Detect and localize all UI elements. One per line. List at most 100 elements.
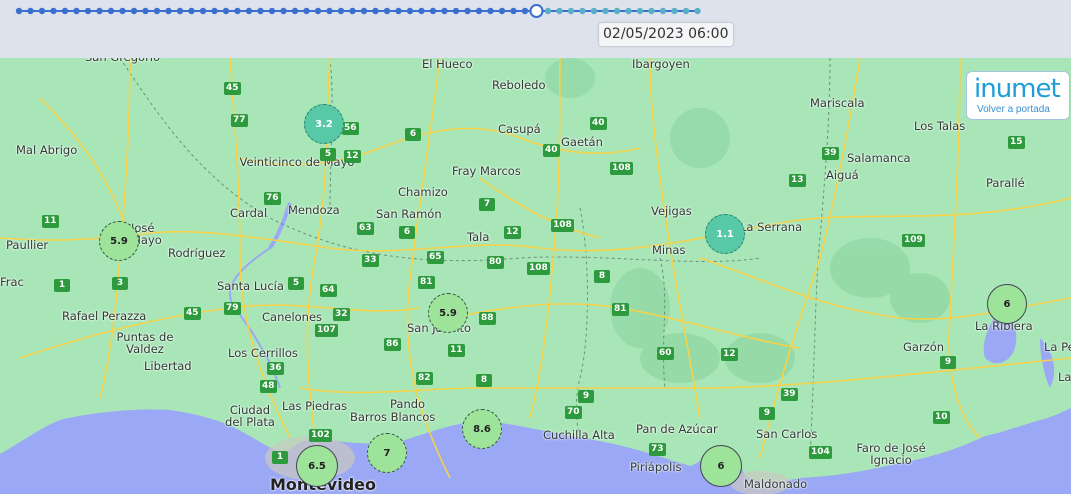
timeline-step[interactable] xyxy=(659,7,667,15)
timeline-step[interactable] xyxy=(360,7,368,15)
timeline-step[interactable] xyxy=(395,7,402,15)
timeline-step[interactable] xyxy=(188,7,195,15)
timeline-step[interactable] xyxy=(602,7,609,15)
timeline-step[interactable] xyxy=(314,7,322,15)
timeline-step[interactable] xyxy=(96,7,103,15)
route-shield: 80 xyxy=(487,256,504,269)
route-shield: 39 xyxy=(781,388,798,401)
back-to-home-link[interactable]: Volver a portada xyxy=(977,104,1050,115)
timeline-step[interactable] xyxy=(579,7,586,15)
timeline-step[interactable] xyxy=(544,7,552,15)
timeline-step[interactable] xyxy=(15,7,23,15)
inumet-logo-button[interactable]: inumet Volver a portada xyxy=(966,71,1070,120)
timeline-step[interactable] xyxy=(383,7,391,15)
timestamp-label: 02/05/2023 06:00 xyxy=(599,23,733,46)
timeline-step[interactable] xyxy=(694,7,701,15)
place-label: Los Cerrillos xyxy=(228,346,298,360)
timeline-step[interactable] xyxy=(245,7,253,15)
timeline-step[interactable] xyxy=(257,7,264,15)
route-shield: 65 xyxy=(427,251,444,264)
timeline-step[interactable] xyxy=(234,7,241,15)
route-shield: 8 xyxy=(476,374,492,387)
timeline-step[interactable] xyxy=(556,7,563,15)
timeline-step[interactable] xyxy=(61,7,69,15)
place-label: Salamanca xyxy=(847,151,911,165)
timeline-step[interactable] xyxy=(464,7,471,15)
timeline-step[interactable] xyxy=(27,7,34,15)
map[interactable]: San Gregorio El Hueco Reboledo Ibargoyen Mar… xyxy=(0,58,1071,494)
timeline-step[interactable] xyxy=(429,7,437,15)
timeline-step[interactable] xyxy=(567,7,575,15)
timeline-step[interactable] xyxy=(107,7,115,15)
station-marker[interactable]: 6 xyxy=(700,445,742,487)
station-marker[interactable]: 5.9 xyxy=(428,293,468,333)
route-shield: 8 xyxy=(594,270,610,283)
timeline-step[interactable] xyxy=(222,7,230,15)
timeline-step[interactable] xyxy=(50,7,57,15)
timeline-step[interactable] xyxy=(613,7,621,15)
station-marker[interactable]: 1.1 xyxy=(705,214,745,254)
timeline-step[interactable] xyxy=(142,7,149,15)
timeline-step[interactable] xyxy=(38,7,46,15)
timeline-step[interactable] xyxy=(303,7,310,15)
place-label: Veinticinco de Mayo xyxy=(239,155,355,169)
timeline-step[interactable] xyxy=(521,7,529,15)
route-shield: 64 xyxy=(320,284,337,297)
timeline-slider[interactable] xyxy=(0,0,1071,24)
route-shield: 33 xyxy=(362,254,379,267)
timeline-step[interactable] xyxy=(84,7,92,15)
timeline-step[interactable] xyxy=(590,7,598,15)
route-shield: 12 xyxy=(344,150,361,163)
timeline-step[interactable] xyxy=(452,7,460,15)
timeline-step[interactable] xyxy=(441,7,448,15)
timeline-step[interactable] xyxy=(337,7,345,15)
timeline-step[interactable] xyxy=(406,7,414,15)
timeline-step[interactable] xyxy=(349,7,356,15)
station-marker[interactable]: 7 xyxy=(367,433,407,473)
station-marker[interactable]: 6 xyxy=(987,284,1027,324)
place-label: Pando xyxy=(390,397,426,411)
timeline-step[interactable] xyxy=(268,7,276,15)
timeline-step[interactable] xyxy=(475,7,483,15)
place-label: Mariscala xyxy=(810,96,865,110)
timeline-step[interactable] xyxy=(682,7,690,15)
place-label: Garzón xyxy=(903,340,945,354)
route-shield: 10 xyxy=(933,411,950,424)
timeline-step[interactable] xyxy=(73,7,80,15)
timeline-step[interactable] xyxy=(372,7,379,15)
timeline-handle[interactable] xyxy=(529,4,544,18)
timeline-step[interactable] xyxy=(211,7,218,15)
timeline-step[interactable] xyxy=(648,7,655,15)
station-marker[interactable]: 3.2 xyxy=(304,104,344,144)
timeline-step[interactable] xyxy=(280,7,287,15)
route-shield: 9 xyxy=(578,390,594,403)
route-shield: 102 xyxy=(309,429,332,442)
timeline-step[interactable] xyxy=(625,7,632,15)
timeline-step[interactable] xyxy=(176,7,184,15)
route-shield: 5 xyxy=(320,148,336,161)
station-marker[interactable]: 5.9 xyxy=(99,221,139,261)
timeline-step[interactable] xyxy=(291,7,299,15)
timeline-step[interactable] xyxy=(199,7,207,15)
timeline-step[interactable] xyxy=(130,7,138,15)
timeline-step[interactable] xyxy=(636,7,644,15)
timeline-step[interactable] xyxy=(510,7,517,15)
place-label: Canelones xyxy=(262,310,323,324)
place-label: Mendoza xyxy=(288,203,340,217)
route-shield: 6 xyxy=(399,226,415,239)
timeline-step[interactable] xyxy=(498,7,506,15)
station-marker[interactable]: 6.5 xyxy=(296,445,338,487)
inumet-logo: inumet xyxy=(974,74,1061,104)
timeline-step[interactable] xyxy=(487,7,494,15)
timeline-step[interactable] xyxy=(119,7,126,15)
timeline-step[interactable] xyxy=(418,7,425,15)
timeline-step[interactable] xyxy=(326,7,333,15)
timeline-step[interactable] xyxy=(671,7,678,15)
place-label: Chamizo xyxy=(398,185,448,199)
station-marker[interactable]: 8.6 xyxy=(462,409,502,449)
timeline-step[interactable] xyxy=(165,7,172,15)
route-shield: 60 xyxy=(657,347,674,360)
place-label: Maldonado xyxy=(744,477,808,491)
place-label: Paullier xyxy=(6,238,49,252)
timeline-step[interactable] xyxy=(153,7,161,15)
